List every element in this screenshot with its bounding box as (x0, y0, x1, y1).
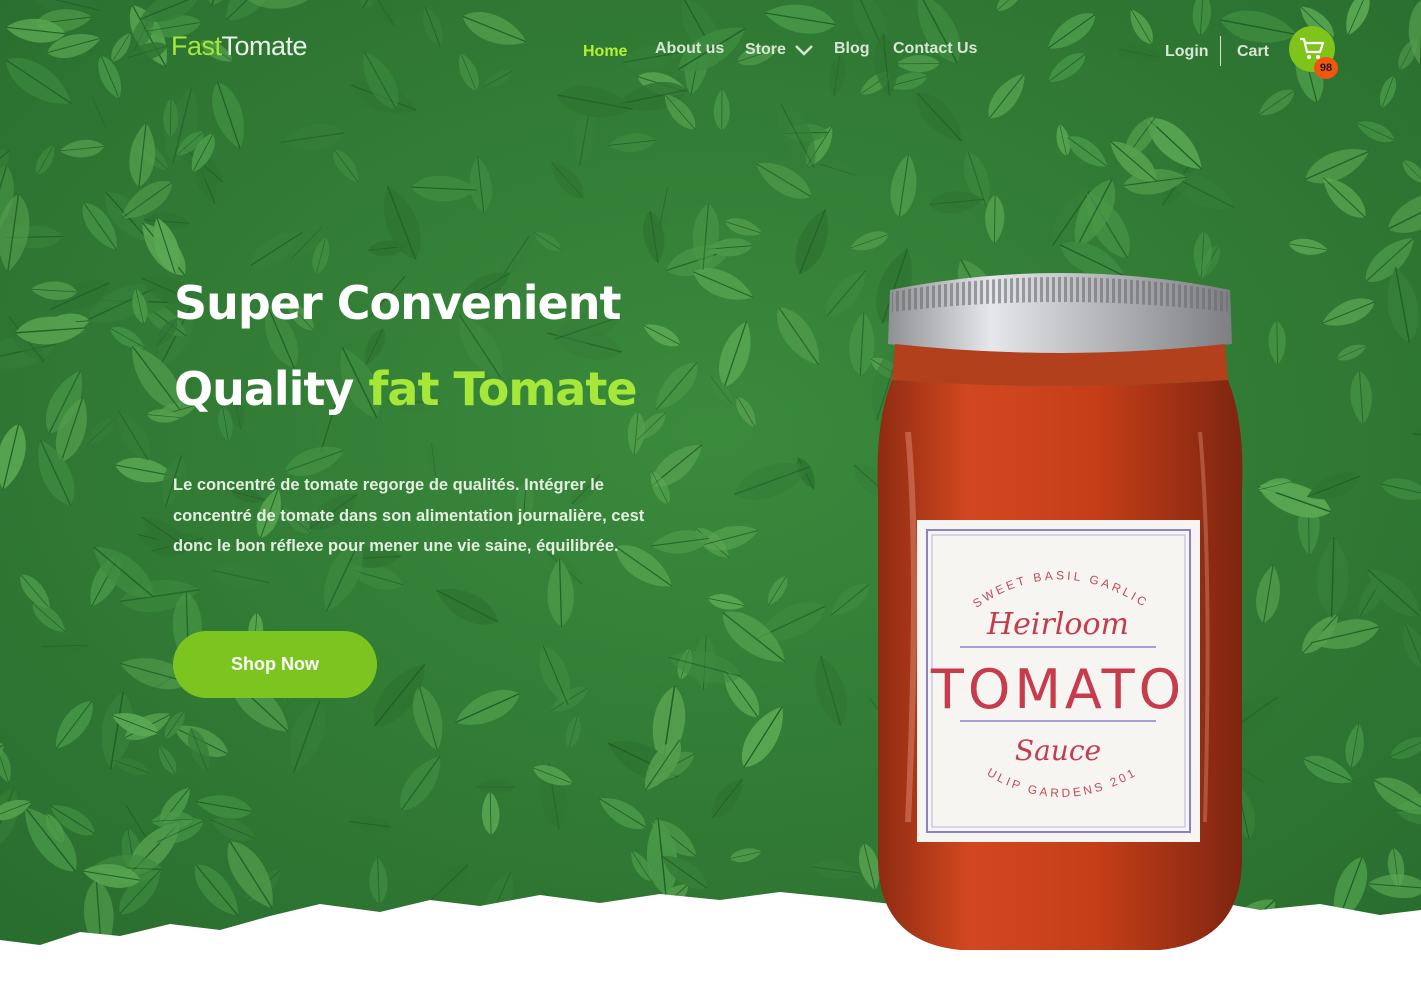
nav-divider (1220, 36, 1221, 66)
logo-part-1: Fast (171, 31, 222, 61)
nav-store-label: Store (745, 41, 786, 58)
label-main: TOMATO (930, 658, 1185, 721)
logo-part-2: Tomate (221, 31, 308, 61)
logo[interactable]: FastTomate (171, 31, 308, 62)
headline-green: fat Tomate (368, 362, 637, 416)
nav-contact[interactable]: Contact Us (893, 40, 977, 58)
shop-now-button[interactable]: Shop Now (173, 631, 377, 698)
hero-description: Le concentré de tomate regorge de qualit… (173, 476, 645, 555)
nav-login[interactable]: Login (1165, 43, 1209, 61)
headline-white: Quality (174, 362, 354, 416)
label-script-top: Heirloom (986, 607, 1129, 642)
label-script-bottom: Sauce (1015, 734, 1101, 767)
chevron-down-icon (795, 44, 814, 56)
nav-blog[interactable]: Blog (834, 40, 870, 58)
hero-section: SWEET BASIL GARLIC Heirloom TOMATO Sauce… (0, 0, 1421, 960)
nav-home[interactable]: Home (583, 43, 627, 61)
nav-about[interactable]: About us (655, 40, 724, 58)
nav-store[interactable]: Store (745, 41, 814, 59)
nav-cart[interactable]: Cart (1237, 43, 1269, 61)
cart-count-badge: 98 (1314, 57, 1338, 79)
tomato-sauce-jar: SWEET BASIL GARLIC Heirloom TOMATO Sauce… (860, 262, 1243, 950)
headline-line-2: Quality fat Tomate (174, 362, 638, 416)
headline-line-1: Super Convenient (174, 276, 621, 330)
